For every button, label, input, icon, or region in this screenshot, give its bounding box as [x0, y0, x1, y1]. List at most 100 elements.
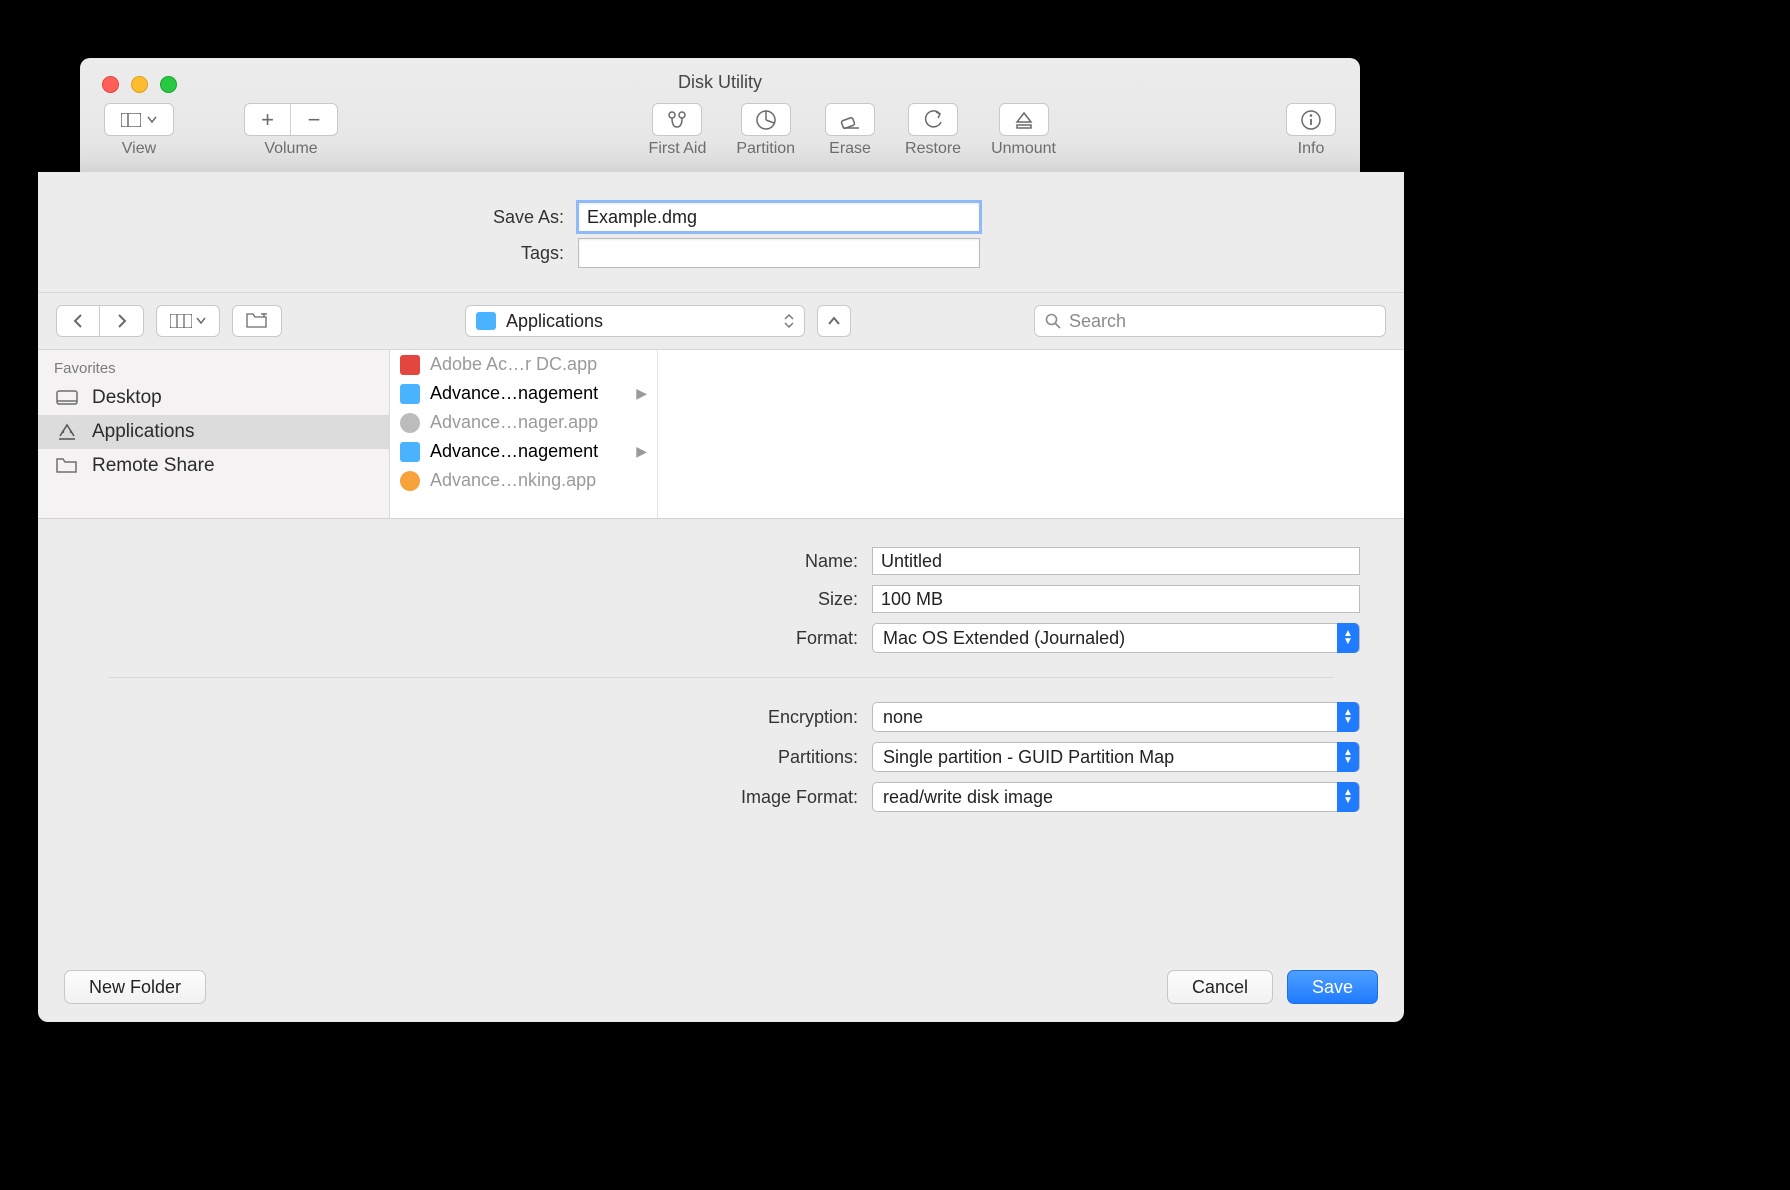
toolbar: View + − Volume First Aid Partition — [80, 103, 1360, 173]
sidebar-item-desktop[interactable]: Desktop — [38, 381, 389, 415]
restore-label: Restore — [905, 140, 961, 158]
location-popup[interactable]: Applications — [465, 305, 805, 337]
encryption-value: none — [883, 707, 923, 728]
app-icon — [400, 355, 420, 375]
forward-button[interactable] — [100, 305, 144, 337]
info-label: Info — [1298, 140, 1325, 158]
pie-icon — [755, 109, 777, 131]
stethoscope-icon — [666, 110, 688, 130]
format-select[interactable]: Mac OS Extended (Journaled) ▲▼ — [872, 623, 1360, 653]
volume-remove-button[interactable]: − — [291, 104, 337, 135]
size-label: Size: — [38, 589, 872, 610]
folder-icon — [400, 384, 420, 404]
file-row[interactable]: Advance…nager.app — [390, 408, 657, 437]
columns-icon — [170, 314, 192, 328]
file-column: Adobe Ac…r DC.app Advance…nagement ▶ Adv… — [390, 350, 658, 518]
chevron-left-icon — [72, 314, 84, 328]
save-button[interactable]: Save — [1287, 970, 1378, 1004]
name-input[interactable] — [872, 547, 1360, 575]
view-label: View — [122, 140, 156, 158]
back-button[interactable] — [56, 305, 100, 337]
sidebar-item-remote-share[interactable]: Remote Share — [38, 449, 389, 483]
finder-navbar: Applications Search — [38, 293, 1404, 349]
file-label: Advance…nagement — [430, 441, 598, 462]
file-label: Adobe Ac…r DC.app — [430, 354, 597, 375]
volume-add-button[interactable]: + — [245, 104, 291, 135]
updown-icon: ▲▼ — [1337, 742, 1359, 772]
save-sheet: Save As: Tags: Applications — [38, 172, 1404, 1022]
folder-icon — [56, 458, 78, 474]
search-placeholder: Search — [1069, 311, 1126, 332]
updown-icon — [784, 313, 794, 329]
new-folder-button[interactable]: New Folder — [64, 970, 206, 1004]
chevron-right-icon: ▶ — [636, 385, 647, 402]
first-aid-button[interactable] — [652, 103, 702, 136]
tags-input[interactable] — [578, 238, 980, 268]
sidebar-item-label: Desktop — [92, 387, 162, 409]
erase-button[interactable] — [825, 103, 875, 136]
sidebar: Favorites Desktop Applications Remote Sh… — [38, 350, 390, 518]
group-button[interactable] — [232, 305, 282, 337]
name-label: Name: — [38, 551, 872, 572]
unmount-label: Unmount — [991, 140, 1056, 158]
minimize-button[interactable] — [131, 76, 148, 93]
partition-button[interactable] — [741, 103, 791, 136]
desktop-icon — [56, 390, 78, 406]
eject-icon — [1014, 110, 1034, 130]
format-value: Mac OS Extended (Journaled) — [883, 628, 1125, 649]
cancel-button[interactable]: Cancel — [1167, 970, 1273, 1004]
tags-label: Tags: — [38, 243, 578, 264]
partitions-select[interactable]: Single partition - GUID Partition Map ▲▼ — [872, 742, 1360, 772]
size-input[interactable] — [872, 585, 1360, 613]
info-button[interactable] — [1286, 103, 1336, 136]
sidebar-item-label: Remote Share — [92, 455, 215, 477]
sheet-header: Save As: Tags: — [38, 172, 1404, 293]
save-as-input[interactable] — [578, 202, 980, 232]
collapse-button[interactable] — [817, 305, 851, 337]
file-preview-pane — [658, 350, 1404, 518]
encryption-label: Encryption: — [38, 707, 872, 728]
view-mode-button[interactable] — [156, 305, 220, 337]
app-icon — [400, 413, 420, 433]
partition-label: Partition — [736, 140, 795, 158]
window-controls — [102, 76, 177, 93]
updown-icon: ▲▼ — [1337, 782, 1359, 812]
first-aid-label: First Aid — [649, 140, 707, 158]
search-icon — [1045, 313, 1061, 329]
save-as-label: Save As: — [38, 207, 578, 228]
imageformat-value: read/write disk image — [883, 787, 1053, 808]
location-label: Applications — [506, 311, 603, 332]
imageformat-select[interactable]: read/write disk image ▲▼ — [872, 782, 1360, 812]
file-label: Advance…nking.app — [430, 470, 596, 491]
restore-button[interactable] — [908, 103, 958, 136]
file-row[interactable]: Adobe Ac…r DC.app — [390, 350, 657, 379]
image-options: Name: Size: Format: Mac OS Extended (Jou… — [38, 519, 1404, 812]
encryption-select[interactable]: none ▲▼ — [872, 702, 1360, 732]
sidebar-item-applications[interactable]: Applications — [38, 415, 389, 449]
file-label: Advance…nager.app — [430, 412, 598, 433]
volume-label: Volume — [264, 140, 317, 158]
file-row[interactable]: Advance…nagement ▶ — [390, 437, 657, 466]
divider — [108, 677, 1334, 678]
file-browser: Favorites Desktop Applications Remote Sh… — [38, 349, 1404, 519]
erase-label: Erase — [829, 140, 871, 158]
file-label: Advance…nagement — [430, 383, 598, 404]
file-row[interactable]: Advance…nking.app — [390, 466, 657, 495]
applications-icon — [56, 424, 78, 440]
zoom-button[interactable] — [160, 76, 177, 93]
view-button[interactable] — [104, 103, 174, 136]
file-row[interactable]: Advance…nagement ▶ — [390, 379, 657, 408]
search-field[interactable]: Search — [1034, 305, 1386, 337]
partitions-value: Single partition - GUID Partition Map — [883, 747, 1174, 768]
unmount-button[interactable] — [999, 103, 1049, 136]
updown-icon: ▲▼ — [1337, 623, 1359, 653]
sheet-footer: New Folder Cancel Save — [38, 952, 1404, 1022]
window-title: Disk Utility — [80, 58, 1360, 93]
updown-icon: ▲▼ — [1337, 702, 1359, 732]
chevron-down-icon — [147, 116, 157, 124]
chevron-right-icon — [116, 314, 128, 328]
sidebar-heading: Favorites — [38, 350, 389, 381]
close-button[interactable] — [102, 76, 119, 93]
folder-icon — [476, 312, 496, 330]
sidebar-item-label: Applications — [92, 421, 194, 443]
